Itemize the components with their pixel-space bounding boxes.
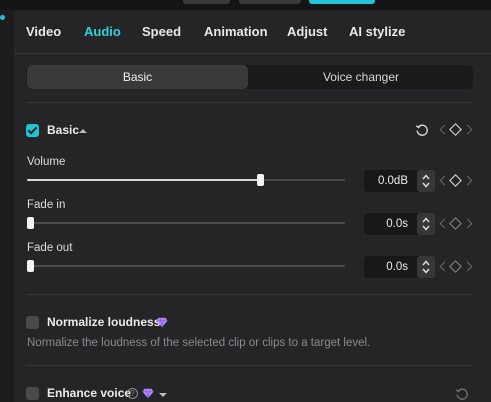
divider [26,365,473,366]
chevron-up-icon[interactable] [422,216,430,224]
fade-out-value-field[interactable]: 0.0s [364,256,435,278]
tab-adjust[interactable]: Adjust [287,24,327,39]
volume-stepper[interactable] [417,170,435,192]
divider [26,294,473,295]
next-keyframe-icon[interactable] [462,175,473,186]
normalize-section-title: Normalize loudness [47,315,161,329]
chevron-up-icon[interactable] [422,173,430,181]
fade-out-label: Fade out [27,242,73,254]
top-toolbar-strip [0,0,491,10]
reset-icon[interactable] [455,387,469,401]
fade-in-keyframe-controls [439,217,473,231]
tab-animation[interactable]: Animation [204,24,268,39]
next-keyframe-icon[interactable] [462,218,473,229]
prev-keyframe-icon[interactable] [439,261,450,272]
normalize-section-header: Normalize loudness [26,313,473,331]
fade-out-value[interactable]: 0.0s [386,261,408,273]
chevron-up-icon[interactable] [422,259,430,267]
keyframe-diamond-icon[interactable] [449,217,462,230]
segment-basic[interactable]: Basic [27,65,248,89]
fade-in-label: Fade in [27,199,66,211]
tab-audio[interactable]: Audio [84,24,121,39]
slider-thumb[interactable] [27,217,34,229]
volume-keyframe-controls [439,174,473,188]
enhance-checkbox[interactable] [26,387,39,400]
fade-out-keyframe-controls [439,260,473,274]
chevron-down-icon[interactable] [422,224,430,232]
volume-label: Volume [27,156,66,168]
keyframe-diamond-icon[interactable] [449,174,462,187]
inspector-panel: Video Audio Speed Animation Adjust AI st… [14,10,491,402]
basic-section-header: Basic [26,121,473,139]
info-icon[interactable]: ? [127,388,138,399]
volume-value-field[interactable]: 0.0dB [364,170,435,192]
slider-fill [27,179,261,181]
slider-thumb[interactable] [257,174,265,186]
basic-section-title: Basic [47,123,80,137]
slider-track [27,222,345,224]
toolbar-export-button[interactable] [309,0,375,4]
fade-in-value-field[interactable]: 0.0s [364,213,435,235]
collapse-caret-icon[interactable] [79,129,87,133]
tab-video[interactable]: Video [26,24,61,39]
fade-out-stepper[interactable] [417,256,435,278]
keyframe-controls [439,123,473,137]
inspector-tabs: Video Audio Speed Animation Adjust AI st… [14,10,491,54]
prev-keyframe-icon[interactable] [439,124,450,135]
volume-slider[interactable] [27,174,345,186]
divider [26,102,473,103]
fade-in-stepper[interactable] [417,213,435,235]
expand-caret-icon[interactable] [159,393,167,397]
normalize-description: Normalize the loudness of the selected c… [27,337,371,349]
toolbar-button-1[interactable] [183,0,230,4]
prev-keyframe-icon[interactable] [439,175,450,186]
enhance-section-header: Enhance voice ? [26,384,473,402]
slider-track [27,265,345,267]
chevron-down-icon[interactable] [422,267,430,275]
next-keyframe-icon[interactable] [462,261,473,272]
reset-icon[interactable] [415,123,429,137]
volume-value[interactable]: 0.0dB [378,175,408,187]
normalize-checkbox[interactable] [26,316,39,329]
prev-keyframe-icon[interactable] [439,218,450,229]
toolbar-button-2[interactable] [239,0,301,4]
playhead-dot [0,15,5,20]
fade-in-value[interactable]: 0.0s [386,218,408,230]
keyframe-diamond-icon[interactable] [449,260,462,273]
keyframe-diamond-icon[interactable] [449,123,462,136]
slider-thumb[interactable] [27,260,34,272]
fade-out-slider[interactable] [27,260,345,272]
basic-checkbox[interactable] [26,124,39,137]
chevron-down-icon[interactable] [422,181,430,189]
left-panel-edge [0,10,14,402]
audio-mode-segmented-control: Basic Voice changer [26,65,473,89]
next-keyframe-icon[interactable] [462,124,473,135]
fade-in-slider[interactable] [27,217,345,229]
premium-gem-icon [156,317,168,328]
enhance-section-title: Enhance voice [47,386,132,400]
tab-ai-stylize[interactable]: AI stylize [349,24,405,39]
premium-gem-icon [142,388,154,399]
segment-voice-changer[interactable]: Voice changer [250,65,472,89]
tab-speed[interactable]: Speed [142,24,181,39]
